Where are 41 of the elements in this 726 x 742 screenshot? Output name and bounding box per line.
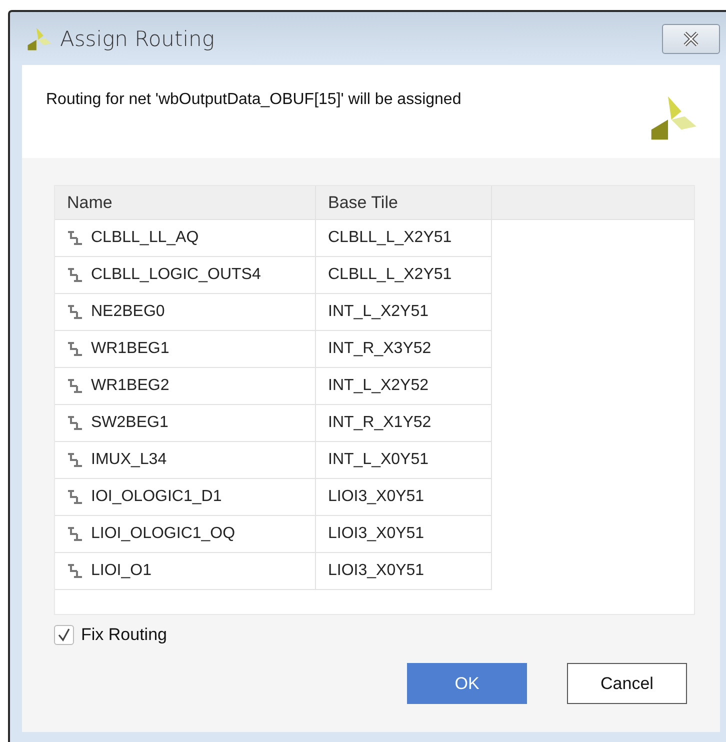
table-cell: INT_L_X2Y51 xyxy=(316,294,492,331)
net-icon xyxy=(67,453,83,467)
table-cell: SW2BEG1 xyxy=(91,414,168,432)
table-cell: LIOI3_X0Y51 xyxy=(316,479,492,516)
table-cell: LIOI3_X0Y51 xyxy=(316,553,492,590)
table-cell: LIOI_OLOGIC1_OQ xyxy=(91,525,236,543)
column-header[interactable]: Name xyxy=(55,186,316,220)
table-cell: INT_R_X3Y52 xyxy=(316,331,492,368)
cancel-button[interactable]: Cancel xyxy=(567,663,687,704)
net-icon xyxy=(67,416,83,430)
ok-button[interactable]: OK xyxy=(407,663,527,704)
column-header[interactable]: Base Tile xyxy=(316,186,492,220)
checkmark-icon xyxy=(56,627,72,643)
net-icon xyxy=(67,231,83,245)
table-cell: CLBLL_LL_AQ xyxy=(91,229,199,247)
table-cell: CLBLL_LOGIC_OUTS4 xyxy=(91,266,261,284)
window-title: Assign Routing xyxy=(60,26,216,50)
net-icon xyxy=(67,379,83,393)
table-cell: INT_L_X0Y51 xyxy=(316,442,492,479)
table-cell: NE2BEG0 xyxy=(91,303,165,321)
table-cell: WR1BEG1 xyxy=(91,340,170,358)
table-cell: LIOI_O1 xyxy=(91,562,152,580)
net-icon xyxy=(67,342,83,356)
message-text: Routing for net 'wbOutputData_OBUF[15]' will be assigned xyxy=(46,91,462,110)
net-icon xyxy=(67,527,83,541)
table-cell: CLBLL_L_X2Y51 xyxy=(316,220,492,257)
table-cell: IMUX_L34 xyxy=(91,451,167,469)
table-cell: INT_L_X2Y52 xyxy=(316,368,492,405)
close-button[interactable] xyxy=(662,24,720,54)
table-cell: CLBLL_L_X2Y51 xyxy=(316,257,492,294)
fix-routing-checkbox[interactable] xyxy=(54,625,74,645)
table-cell: INT_R_X1Y52 xyxy=(316,405,492,442)
logo-icon xyxy=(26,26,52,52)
table-cell: IOI_OLOGIC1_D1 xyxy=(91,488,222,506)
table-cell: WR1BEG2 xyxy=(91,377,170,395)
net-icon xyxy=(67,305,83,319)
checkbox-label[interactable]: Fix Routing xyxy=(81,625,167,645)
table-cell: LIOI3_X0Y51 xyxy=(316,516,492,553)
net-icon xyxy=(67,564,83,578)
net-icon xyxy=(67,268,83,282)
net-icon xyxy=(67,490,83,504)
